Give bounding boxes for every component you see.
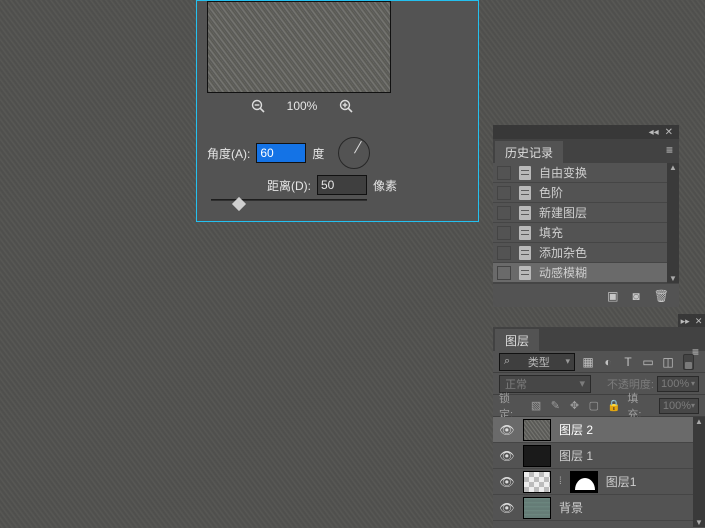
history-item-label: 添加杂色 (539, 244, 587, 261)
history-item[interactable]: 填充 (493, 223, 679, 243)
lock-pixels-icon[interactable]: ▧ (530, 399, 541, 412)
fill-value: 100% (663, 400, 691, 412)
trash-icon[interactable]: 🗑 (654, 289, 669, 303)
history-state-marker (497, 246, 511, 260)
layer-name: 图层1 (606, 473, 637, 490)
new-document-from-state-icon[interactable]: ▣ (607, 289, 618, 303)
history-state-marker (497, 186, 511, 200)
fill-input[interactable]: 100% ▾ (659, 398, 699, 414)
chevron-down-icon: ▾ (691, 379, 695, 388)
distance-label: 距离(D): (267, 177, 311, 194)
close-icon[interactable]: ✕ (665, 127, 673, 138)
layers-list: 👁 图层 2 👁 图层 1 👁 ⁞ 图层1 👁 背景 ▲ ▼ (493, 417, 705, 527)
lock-artboard-icon[interactable]: ▢ (588, 399, 599, 412)
scroll-up-icon[interactable]: ▲ (695, 417, 703, 426)
mask-link-icon[interactable]: ⁞ (559, 476, 562, 487)
document-icon (519, 206, 531, 220)
visibility-toggle-icon[interactable]: 👁 (499, 474, 515, 490)
filter-pixel-icon[interactable]: ▦ (581, 355, 595, 369)
layer-thumbnail (523, 445, 551, 467)
document-icon (519, 246, 531, 260)
filter-adjustment-icon[interactable]: ◐ (601, 355, 615, 369)
angle-unit: 度 (312, 145, 324, 162)
layer-name: 图层 1 (559, 447, 593, 464)
motion-blur-preview (207, 1, 391, 93)
filter-shape-icon[interactable]: ▭ (641, 355, 655, 369)
chevron-down-icon: ▾ (565, 356, 570, 367)
zoom-in-icon[interactable] (339, 99, 353, 113)
angle-wheel[interactable] (338, 137, 370, 169)
lock-all-icon[interactable]: 🔒 (607, 399, 619, 412)
scroll-up-icon[interactable]: ▲ (669, 163, 677, 172)
filter-type-label: 类型 (528, 354, 550, 370)
history-item-label: 色阶 (539, 184, 563, 201)
history-item[interactable]: 动感模糊 (493, 263, 679, 283)
history-item-label: 新建图层 (539, 204, 587, 221)
history-item[interactable]: 色阶 (493, 183, 679, 203)
chevron-down-icon: ▾ (579, 377, 585, 390)
motion-blur-dialog: 100% 角度(A): 度 距离(D): 像素 (196, 0, 479, 222)
expand-icon[interactable]: ▸▸ (681, 316, 690, 327)
opacity-value: 100% (661, 378, 689, 390)
panel-menu-icon[interactable]: ≡ (666, 143, 673, 157)
lock-brush-icon[interactable]: ✎ (550, 399, 561, 412)
layer-row[interactable]: 👁 背景 (493, 495, 705, 521)
opacity-input[interactable]: 100% ▾ (657, 376, 699, 392)
search-icon (504, 355, 512, 368)
history-item-label: 动感模糊 (539, 264, 587, 281)
chevron-down-icon: ▾ (691, 401, 695, 410)
layer-row[interactable]: 👁 图层 1 (493, 443, 705, 469)
visibility-toggle-icon[interactable]: 👁 (499, 500, 515, 516)
layer-thumbnail (523, 471, 551, 493)
history-item-label: 填充 (539, 224, 563, 241)
tab-history[interactable]: 历史记录 (495, 141, 563, 163)
history-state-marker (497, 226, 511, 240)
snapshot-icon[interactable]: ◙ (633, 289, 640, 303)
collapse-icon[interactable]: ◂◂ (649, 127, 659, 138)
tab-layers[interactable]: 图层 (495, 329, 539, 351)
layer-row[interactable]: 👁 图层 2 (493, 417, 705, 443)
zoom-out-icon[interactable] (251, 99, 265, 113)
history-item[interactable]: 自由变换 (493, 163, 679, 183)
scroll-down-icon[interactable]: ▼ (695, 518, 703, 527)
close-icon[interactable]: ✕ (695, 316, 703, 327)
panel-topbar: ◂◂ ✕ (493, 125, 679, 139)
history-item[interactable]: 添加杂色 (493, 243, 679, 263)
history-state-marker (497, 206, 511, 220)
angle-input[interactable] (256, 143, 306, 163)
visibility-toggle-icon[interactable]: 👁 (499, 422, 515, 438)
angle-label: 角度(A): (207, 145, 250, 162)
document-icon (519, 166, 531, 180)
layers-panel: 图层 ≡ 类型 ▾ ▦ ◐ T ▭ ◫ 正常 ▾ 不透明度: 100% ▾ 锁定… (493, 327, 705, 528)
layer-thumbnail (523, 419, 551, 441)
filter-type-layer-icon[interactable]: T (621, 355, 635, 369)
document-icon (519, 186, 531, 200)
history-scrollbar[interactable]: ▲ ▼ (667, 163, 679, 283)
layer-row[interactable]: 👁 ⁞ 图层1 (493, 469, 705, 495)
history-panel: ◂◂ ✕ 历史记录 ≡ 自由变换色阶新建图层填充添加杂色动感模糊 ▲ ▼ ▣ ◙… (493, 125, 679, 307)
visibility-toggle-icon[interactable]: 👁 (499, 448, 515, 464)
layer-name: 背景 (559, 499, 583, 516)
layer-filter-type-select[interactable]: 类型 ▾ (499, 353, 575, 371)
history-state-marker (497, 166, 511, 180)
lock-position-icon[interactable]: ✥ (569, 399, 580, 412)
history-state-marker (497, 266, 511, 280)
layers-scrollbar[interactable]: ▲ ▼ (693, 417, 705, 527)
zoom-level: 100% (287, 99, 318, 113)
filter-smart-icon[interactable]: ◫ (661, 355, 675, 369)
distance-input[interactable] (317, 175, 367, 195)
history-list: 自由变换色阶新建图层填充添加杂色动感模糊 ▲ ▼ (493, 163, 679, 283)
layer-name: 图层 2 (559, 421, 593, 438)
layer-mask-thumbnail (570, 471, 598, 493)
distance-unit: 像素 (373, 177, 397, 194)
history-item[interactable]: 新建图层 (493, 203, 679, 223)
filter-toggle[interactable] (683, 354, 694, 370)
layer-thumbnail (523, 497, 551, 519)
scroll-down-icon[interactable]: ▼ (669, 274, 677, 283)
document-icon (519, 266, 531, 280)
collapsed-panel-controls: ▸▸ ✕ (678, 314, 705, 328)
document-icon (519, 226, 531, 240)
history-item-label: 自由变换 (539, 164, 587, 181)
